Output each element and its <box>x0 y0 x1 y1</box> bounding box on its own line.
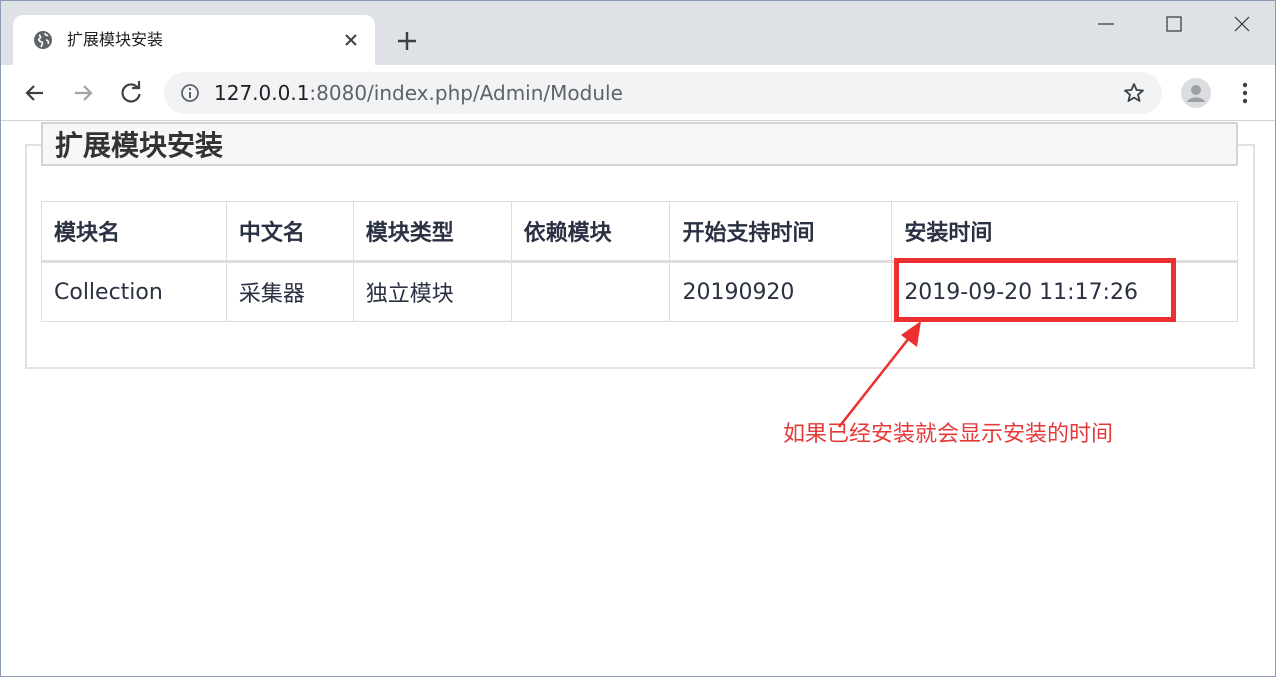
page-content: 扩展模块安装 模块名 中文名 模块类型 依赖模块 开始支持时间 安装时间 Col… <box>1 122 1275 676</box>
tab-strip: 扩展模块安装 <box>1 1 1275 65</box>
header-module-type: 模块类型 <box>352 201 512 263</box>
maximize-icon[interactable] <box>1154 9 1194 41</box>
table-header-row: 模块名 中文名 模块类型 依赖模块 开始支持时间 安装时间 <box>41 201 1238 263</box>
new-tab-icon[interactable] <box>394 28 420 54</box>
url-host: 127.0.0.1 <box>214 81 310 105</box>
header-install-time: 安装时间 <box>891 201 1238 263</box>
header-dependency: 依赖模块 <box>510 201 671 263</box>
annotation-highlight-box <box>894 258 1176 322</box>
cell-dependency <box>510 261 671 322</box>
back-arrow-icon[interactable] <box>21 79 49 107</box>
active-tab[interactable]: 扩展模块安装 <box>13 15 375 65</box>
panel-legend: 扩展模块安装 <box>41 122 1238 166</box>
tab-title: 扩展模块安装 <box>67 30 164 49</box>
close-tab-icon[interactable] <box>339 28 363 52</box>
window-close-icon[interactable] <box>1222 9 1262 41</box>
globe-icon <box>34 31 52 49</box>
cell-chinese-name: 采集器 <box>225 261 354 322</box>
address-bar[interactable]: 127.0.0.1:8080/index.php/Admin/Module <box>164 72 1162 114</box>
annotation-arrow-icon <box>838 321 921 428</box>
url-path: :8080/index.php/Admin/Module <box>309 81 623 105</box>
reload-icon[interactable] <box>117 79 145 107</box>
browser-toolbar: 127.0.0.1:8080/index.php/Admin/Module <box>1 65 1275 121</box>
url-text[interactable]: 127.0.0.1:8080/index.php/Admin/Module <box>214 81 623 105</box>
minimize-icon[interactable] <box>1086 9 1126 41</box>
header-support-since: 开始支持时间 <box>669 201 893 263</box>
header-module-name: 模块名 <box>41 201 227 263</box>
cell-module-name: Collection <box>41 261 227 322</box>
annotation-text: 如果已经安装就会显示安装的时间 <box>783 422 1114 447</box>
cell-module-type: 独立模块 <box>352 261 512 322</box>
browser-window: 扩展模块安装 127.0.0.1:8080/index.php/Admin/Mo… <box>0 0 1276 677</box>
more-menu-icon[interactable] <box>1233 80 1257 106</box>
profile-avatar-icon[interactable] <box>1181 78 1211 108</box>
forward-arrow-icon[interactable] <box>69 79 97 107</box>
header-chinese-name: 中文名 <box>225 201 354 263</box>
bookmark-star-icon[interactable] <box>1122 81 1146 105</box>
info-icon[interactable] <box>180 83 200 103</box>
page-title: 扩展模块安装 <box>55 129 224 162</box>
cell-support-since: 20190920 <box>669 261 893 322</box>
